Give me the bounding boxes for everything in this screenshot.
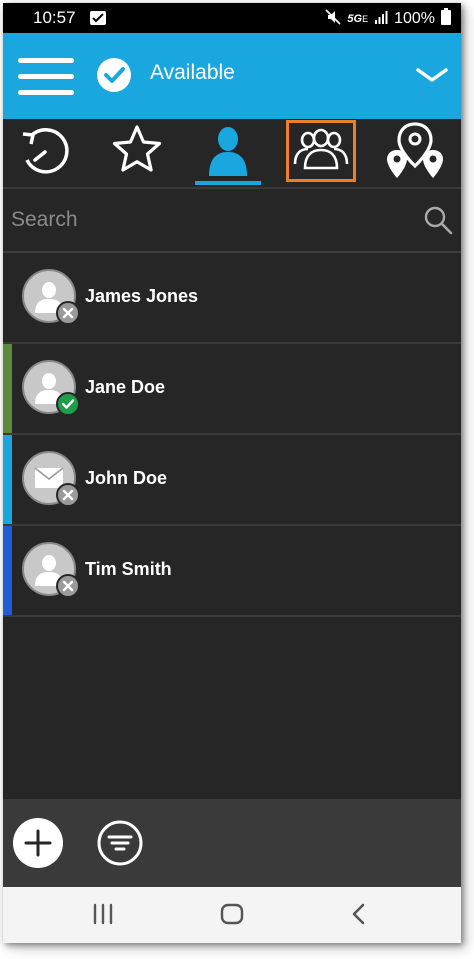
tab-map[interactable] [385, 119, 445, 185]
message-notification-icon [89, 10, 107, 31]
home-icon [220, 903, 244, 925]
tab-bar [3, 119, 461, 189]
offline-badge-icon [56, 483, 80, 507]
contact-name: Jane Doe [85, 377, 166, 397]
system-nav-bar [3, 887, 461, 943]
avatar [22, 451, 80, 507]
recent-apps-icon [93, 903, 113, 925]
star-icon [109, 122, 165, 183]
contact-row[interactable]: Jane Doe [3, 344, 461, 435]
home-button[interactable] [219, 901, 245, 932]
status-color-bar [3, 435, 12, 524]
offline-badge-icon [56, 574, 80, 598]
contact-name: James Jones [85, 286, 199, 306]
search-input[interactable] [9, 203, 413, 237]
map-pin-icon [385, 120, 445, 185]
contact-name: Tim Smith [85, 559, 172, 579]
contact-name: John Doe [85, 468, 168, 488]
app-screen: 10:57 5G E 100% Available Search James J… [3, 3, 461, 943]
status-color-bar [3, 526, 12, 615]
battery-percent: 100% [394, 10, 435, 27]
search-icon[interactable] [423, 205, 453, 240]
status-time: 10:57 [33, 8, 76, 27]
filter-button[interactable] [97, 820, 143, 866]
back-button[interactable] [349, 901, 369, 932]
bottom-toolbar [3, 799, 461, 887]
recent-apps-button[interactable] [92, 901, 114, 932]
contact-row[interactable]: James Jones [3, 253, 461, 344]
avatar [22, 542, 80, 598]
filter-icon [97, 820, 143, 866]
menu-icon[interactable] [18, 58, 74, 96]
check-circle-icon[interactable] [97, 58, 131, 92]
contact-list: James Jones Jane Doe John Doe Tim Smith [3, 253, 461, 617]
contact-row[interactable]: Tim Smith [3, 526, 461, 617]
offline-badge-icon [56, 301, 80, 325]
status-color-bar [3, 344, 12, 433]
tab-contacts[interactable] [195, 119, 261, 185]
history-icon [17, 122, 73, 183]
contact-icon [203, 122, 253, 183]
battery-icon [441, 8, 451, 30]
tab-groups[interactable] [286, 120, 356, 182]
group-icon [292, 126, 350, 177]
tab-favorites[interactable] [107, 119, 167, 185]
avatar [22, 360, 80, 416]
contact-row[interactable]: John Doe [3, 435, 461, 526]
presence-status-label[interactable]: Available [150, 61, 235, 85]
network-type: 5G [347, 13, 363, 25]
available-badge-icon [56, 392, 80, 416]
mute-icon [325, 8, 341, 30]
status-bar: 10:57 5G E 100% [3, 3, 461, 33]
search-bar [3, 189, 461, 253]
back-icon [352, 903, 365, 925]
chevron-down-icon[interactable] [415, 65, 449, 90]
active-tab-indicator [195, 181, 261, 185]
status-right: 5G E 100% [325, 8, 451, 30]
avatar [22, 269, 80, 325]
network-sub: E [362, 14, 369, 24]
tab-history[interactable] [15, 119, 75, 185]
add-contact-button[interactable] [13, 818, 63, 868]
app-bar: Available [3, 33, 461, 119]
signal-icon [374, 10, 388, 29]
plus-icon [24, 829, 52, 857]
